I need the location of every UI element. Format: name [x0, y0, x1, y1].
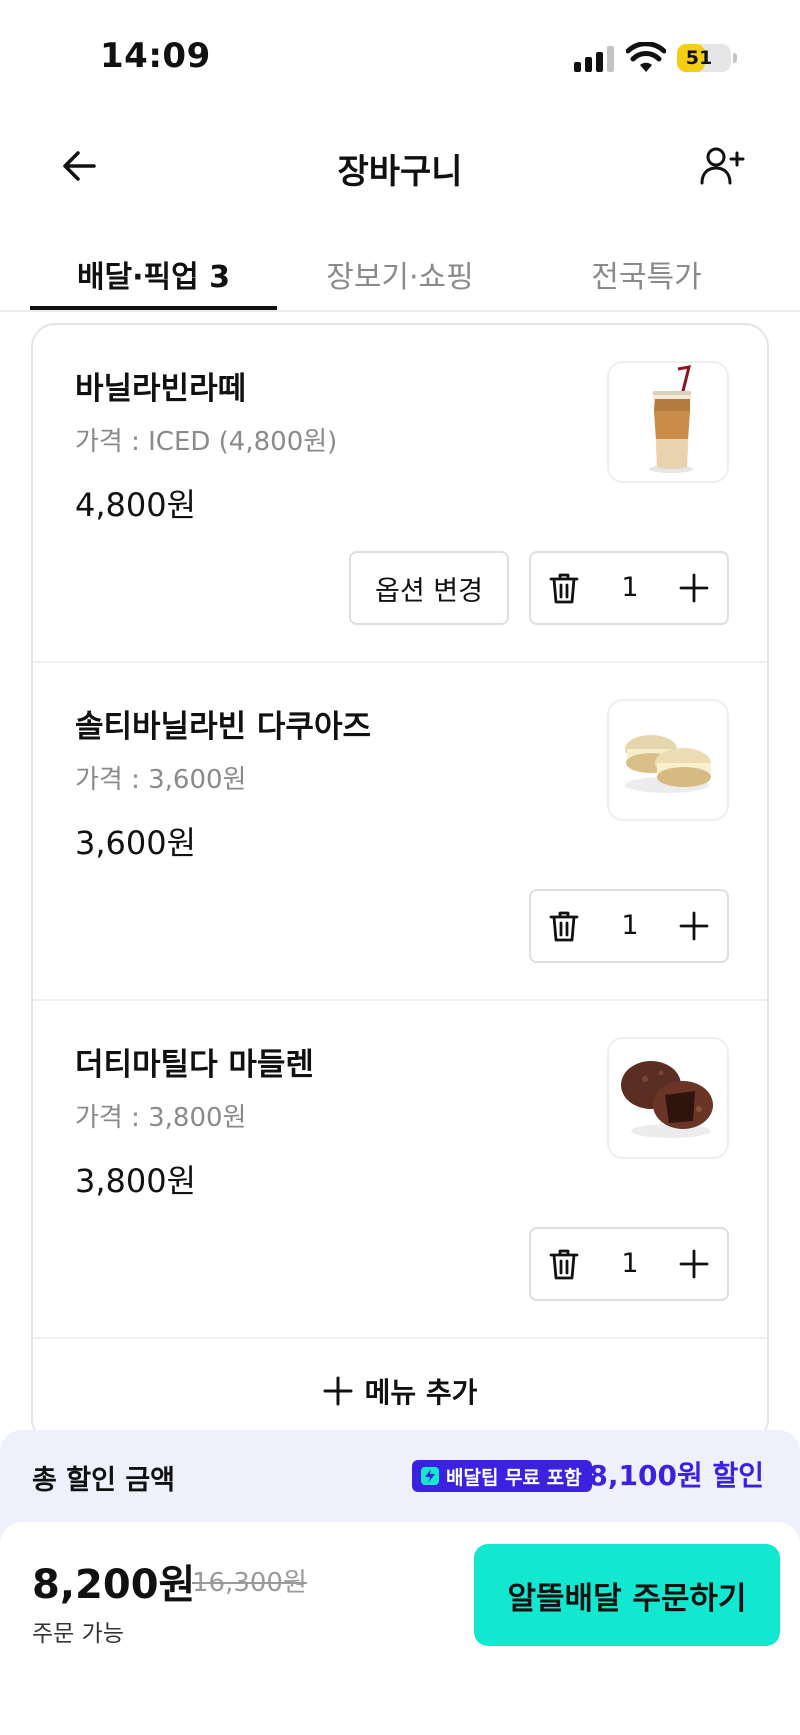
cart-item: 더티마틸다 마들렌 가격 : 3,800원 3,800원 1 [33, 1001, 767, 1339]
item-option: 가격 : ICED (4,800원) [75, 427, 338, 457]
battery-icon: 51 [677, 44, 731, 72]
item-price: 4,800원 [75, 486, 197, 524]
add-user-button[interactable] [694, 138, 750, 194]
dacquoise-image [625, 735, 711, 793]
wifi-icon [626, 42, 666, 72]
item-name: 더티마틸다 마들렌 [75, 1047, 314, 1083]
tab-grocery-shopping[interactable]: 장보기·쇼핑 [277, 240, 523, 310]
order-bar: 8,200원 16,300원 주문 가능 알뜰배달 주문하기 [0, 1522, 800, 1735]
discount-amount: 8,100원 할인 [588, 1459, 764, 1492]
increase-quantity-button[interactable] [673, 567, 715, 609]
original-price: 16,300원 [192, 1568, 307, 1598]
tab-active-indicator [30, 306, 277, 310]
battery-percent: 51 [685, 47, 713, 69]
item-name: 바닐라빈라떼 [75, 371, 247, 407]
free-delivery-badge-text: 배달팁 무료 포함 [446, 1466, 582, 1489]
change-option-button[interactable]: 옵션 변경 [349, 551, 509, 625]
delete-button[interactable] [543, 905, 585, 947]
page-title: 장바구니 [337, 152, 463, 192]
quantity-stepper: 1 [529, 1227, 729, 1301]
chocolate-madeleine-image [621, 1061, 713, 1138]
iced-latte-image [649, 365, 693, 473]
increase-quantity-button[interactable] [673, 1243, 715, 1285]
add-menu-button[interactable]: 메뉴 추가 [33, 1339, 767, 1441]
cart-item: 바닐라빈라떼 가격 : ICED (4,800원) 4,800원 옵션 변경 1 [33, 325, 767, 663]
plus-icon [679, 1249, 709, 1279]
item-name: 솔티바닐라빈 다쿠아즈 [75, 709, 371, 745]
trash-icon [549, 911, 579, 942]
plus-icon [323, 1376, 353, 1406]
item-thumbnail[interactable] [607, 699, 729, 821]
trash-icon [549, 573, 579, 604]
plus-icon [679, 573, 709, 603]
item-thumbnail[interactable] [607, 361, 729, 483]
quantity-value: 1 [621, 572, 639, 603]
tab-nationwide-deals[interactable]: 전국특가 [523, 240, 770, 310]
item-option: 가격 : 3,600원 [75, 765, 247, 795]
delete-button[interactable] [543, 1243, 585, 1285]
item-thumbnail[interactable] [607, 1037, 729, 1159]
quantity-stepper: 1 [529, 551, 729, 625]
item-price: 3,600원 [75, 824, 197, 862]
plus-icon [679, 911, 709, 941]
add-menu-label: 메뉴 추가 [364, 1376, 478, 1409]
cart-card: 바닐라빈라떼 가격 : ICED (4,800원) 4,800원 옵션 변경 1 [31, 323, 769, 1443]
tab-delivery-pickup[interactable]: 배달·픽업 3 [30, 240, 277, 310]
quantity-value: 1 [621, 1248, 639, 1279]
item-option: 가격 : 3,800원 [75, 1103, 247, 1133]
free-delivery-badge: 배달팁 무료 포함 [412, 1460, 592, 1492]
trash-icon [549, 1249, 579, 1280]
delete-button[interactable] [543, 567, 585, 609]
header: 장바구니 [0, 120, 800, 212]
status-bar: 14:09 51 [0, 0, 800, 110]
cart-item: 솔티바닐라빈 다쿠아즈 가격 : 3,600원 3,600원 1 [33, 663, 767, 1001]
place-order-button[interactable]: 알뜰배달 주문하기 [474, 1544, 780, 1646]
final-price: 8,200원 [32, 1562, 196, 1608]
tab-bar: 배달·픽업 3 장보기·쇼핑 전국특가 [0, 240, 800, 312]
discount-label: 총 할인 금액 [32, 1465, 175, 1496]
cellular-signal-icon [574, 46, 614, 72]
item-price: 3,800원 [75, 1162, 197, 1200]
increase-quantity-button[interactable] [673, 905, 715, 947]
quantity-value: 1 [621, 910, 639, 941]
status-time: 14:09 [100, 36, 211, 76]
person-plus-icon [700, 147, 745, 185]
quantity-stepper: 1 [529, 889, 729, 963]
delivery-bolt-icon [421, 1467, 439, 1485]
order-status: 주문 가능 [32, 1621, 124, 1647]
battery-tip [733, 53, 737, 63]
